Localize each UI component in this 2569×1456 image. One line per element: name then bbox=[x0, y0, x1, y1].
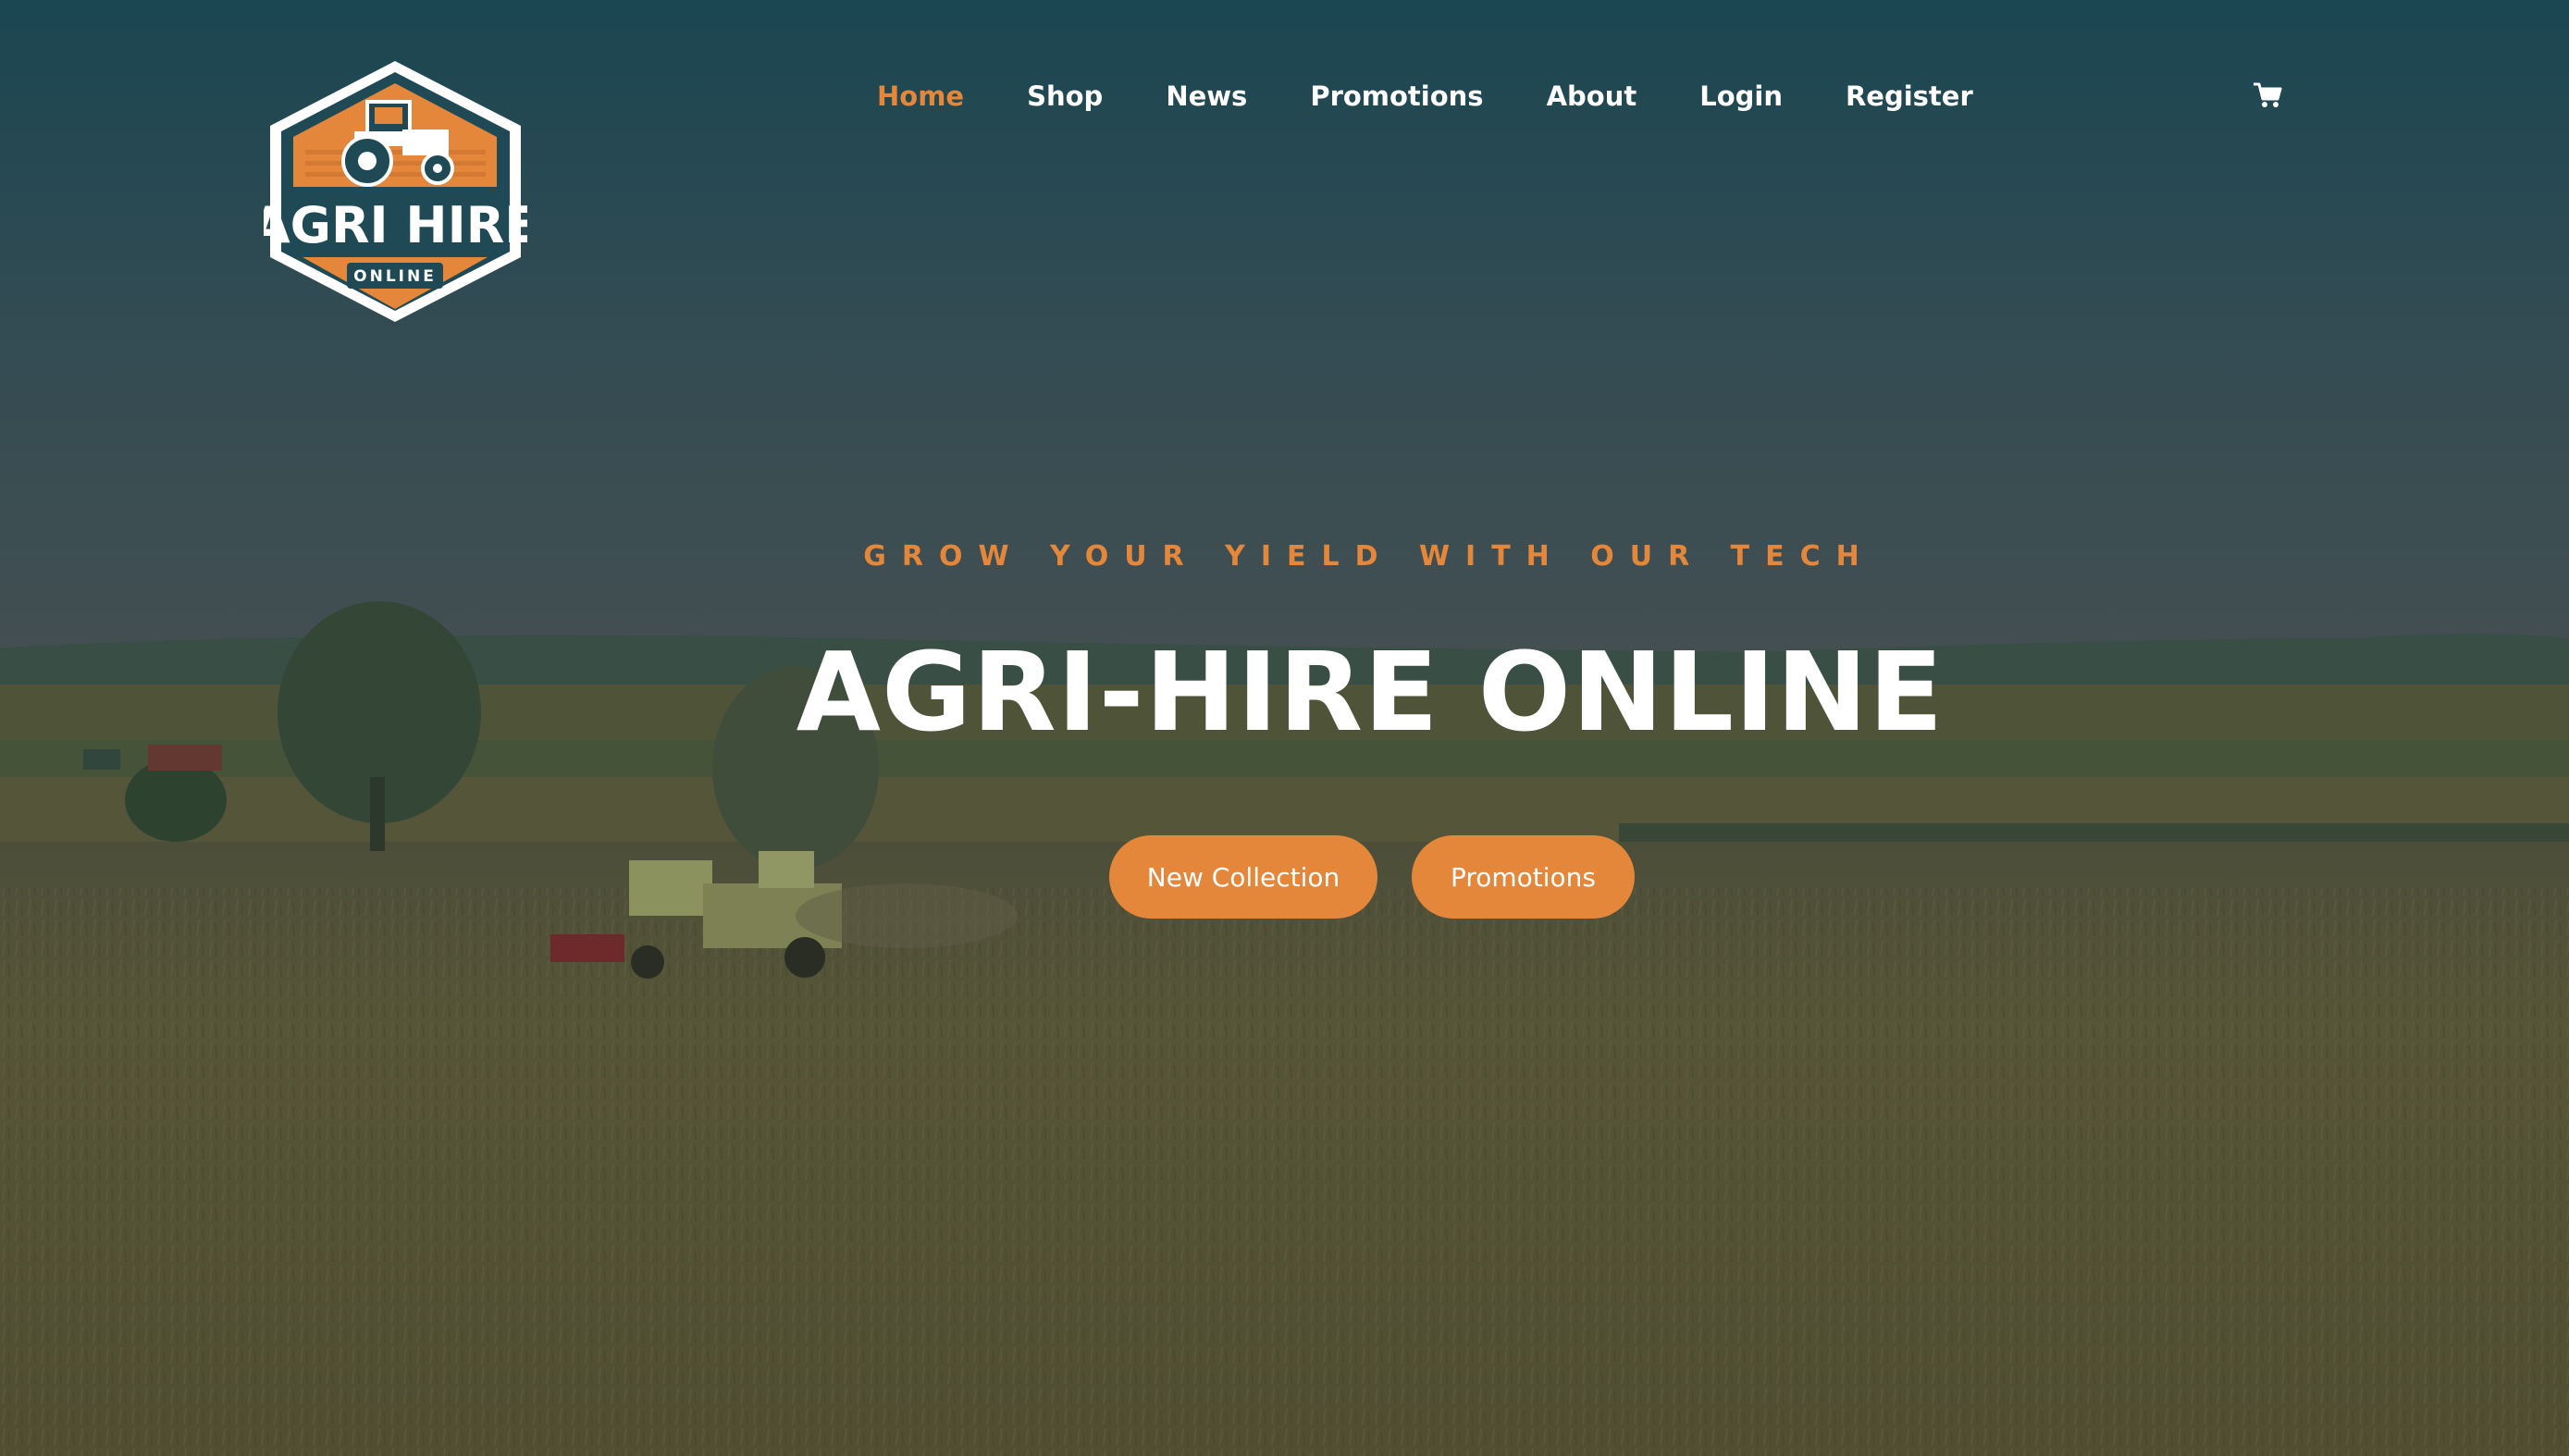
nav-shop[interactable]: Shop bbox=[1027, 80, 1103, 112]
hero-headline: AGRI-HIRE ONLINE bbox=[796, 628, 1945, 756]
agri-hire-logo: AGRI HIRE ONLINE bbox=[252, 61, 538, 322]
logo-title: AGRI HIRE bbox=[264, 196, 527, 254]
promotions-button[interactable]: Promotions bbox=[1412, 835, 1635, 919]
hero-section: AGRI HIRE ONLINE Home Shop News Promotio… bbox=[0, 0, 2569, 1456]
cart-icon[interactable] bbox=[2253, 81, 2282, 109]
nav-about[interactable]: About bbox=[1547, 80, 1637, 112]
main-navigation: Home Shop News Promotions About Login Re… bbox=[877, 72, 2036, 120]
logo-subtitle: ONLINE bbox=[353, 267, 437, 286]
nav-home[interactable]: Home bbox=[877, 80, 964, 112]
nav-register[interactable]: Register bbox=[1846, 80, 1973, 112]
hero-tagline: GROW YOUR YIELD WITH OUR TECH bbox=[863, 540, 1875, 573]
new-collection-button[interactable]: New Collection bbox=[1109, 835, 1377, 919]
site-logo[interactable]: AGRI HIRE ONLINE bbox=[252, 57, 538, 326]
nav-login[interactable]: Login bbox=[1699, 80, 1783, 112]
nav-news[interactable]: News bbox=[1166, 80, 1247, 112]
nav-promotions[interactable]: Promotions bbox=[1310, 80, 1483, 112]
